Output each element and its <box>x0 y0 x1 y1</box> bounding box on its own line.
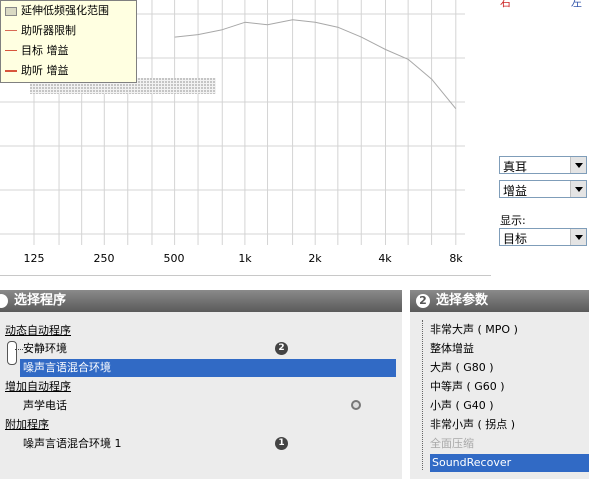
program-item-speech-in-noise[interactable]: 噪声言语混合环境 <box>20 359 396 377</box>
param-panel: 非常大声 ( MPO ) 整体增益 大声 ( G80 ) 中等声 ( G60 )… <box>410 312 589 479</box>
program-panel: 动态自动程序 安静环境 2 噪声言语混合环境 增加自动程序 声学电话 附加程序 … <box>0 312 402 479</box>
param-item-mpo[interactable]: 非常大声 ( MPO ) <box>430 321 518 339</box>
x-tick-label: 250 <box>93 252 115 265</box>
step-number-badge: 2 <box>416 293 430 308</box>
program-badge: 2 <box>275 342 288 355</box>
program-panel-title: 选择程序 <box>14 293 67 308</box>
chevron-down-icon[interactable] <box>570 181 586 197</box>
x-tick-label: 8k <box>449 252 463 265</box>
ear-mode-select[interactable]: 真耳 <box>499 156 587 174</box>
group-added-auto[interactable]: 增加自动程序 <box>5 378 71 396</box>
step-number-badge <box>0 293 8 308</box>
param-panel-title: 选择参数 <box>436 293 489 308</box>
chevron-down-icon[interactable] <box>570 157 586 173</box>
param-item-g80[interactable]: 大声 ( G80 ) <box>430 359 494 377</box>
tree-connector <box>422 320 423 470</box>
program-panel-header: 选择程序 <box>0 290 402 312</box>
group-dynamic-auto[interactable]: 动态自动程序 <box>5 322 71 340</box>
x-tick-label: 2k <box>308 252 322 265</box>
x-tick-label: 1k <box>238 252 252 265</box>
program-item-quiet[interactable]: 安静环境 <box>23 340 67 358</box>
param-item-g40[interactable]: 小声 ( G40 ) <box>430 397 494 415</box>
show-select[interactable]: 目标 <box>499 228 587 246</box>
ear-link-icon <box>7 341 17 365</box>
dotted-swatch-icon <box>5 7 17 16</box>
program-item-speech-in-noise-1[interactable]: 噪声言语混合环境 1 <box>23 435 122 453</box>
x-tick-label: 125 <box>23 252 45 265</box>
param-item-kneepoint[interactable]: 非常小声 ( 拐点 ) <box>430 416 515 434</box>
right-toolbar: 右 左 真耳 增益 显示: 目标 <box>491 0 589 290</box>
x-tick-label: 500 <box>163 252 185 265</box>
medium-line-swatch-icon <box>5 50 17 51</box>
param-item-g60[interactable]: 中等声 ( G60 ) <box>430 378 505 396</box>
program-item-acoustic-phone[interactable]: 声学电话 <box>23 397 67 415</box>
gain-chart: 延伸低频强化范围 助听器限制 目标 增益 助听 增益 125 250 500 1… <box>0 0 492 276</box>
chart-legend: 延伸低频强化范围 助听器限制 目标 增益 助听 增益 <box>0 0 137 83</box>
chevron-down-icon[interactable] <box>570 229 586 245</box>
thin-line-swatch-icon <box>5 30 17 31</box>
legend-item-aided-gain: 助听 增益 <box>5 62 69 80</box>
legend-item-target-gain: 目标 增益 <box>5 42 69 60</box>
left-ear-label[interactable]: 左 <box>571 0 582 10</box>
right-ear-label[interactable]: 右 <box>500 0 511 10</box>
show-label: 显示: <box>500 214 526 227</box>
legend-item-extended-low-freq: 延伸低频强化范围 <box>5 2 109 20</box>
x-tick-label: 4k <box>378 252 392 265</box>
program-badge: 1 <box>275 437 288 450</box>
param-panel-header: 2 选择参数 <box>410 290 589 312</box>
tree-connector <box>15 349 23 350</box>
thick-line-swatch-icon <box>5 70 17 72</box>
param-item-compression: 全面压缩 <box>430 437 474 450</box>
legend-item-hearing-aid-limit: 助听器限制 <box>5 22 76 40</box>
group-additional[interactable]: 附加程序 <box>5 416 49 434</box>
display-mode-select[interactable]: 增益 <box>499 180 587 198</box>
param-item-soundrecover[interactable]: SoundRecover <box>430 454 589 472</box>
param-item-overall-gain[interactable]: 整体增益 <box>430 340 474 358</box>
phone-icon <box>351 400 361 410</box>
